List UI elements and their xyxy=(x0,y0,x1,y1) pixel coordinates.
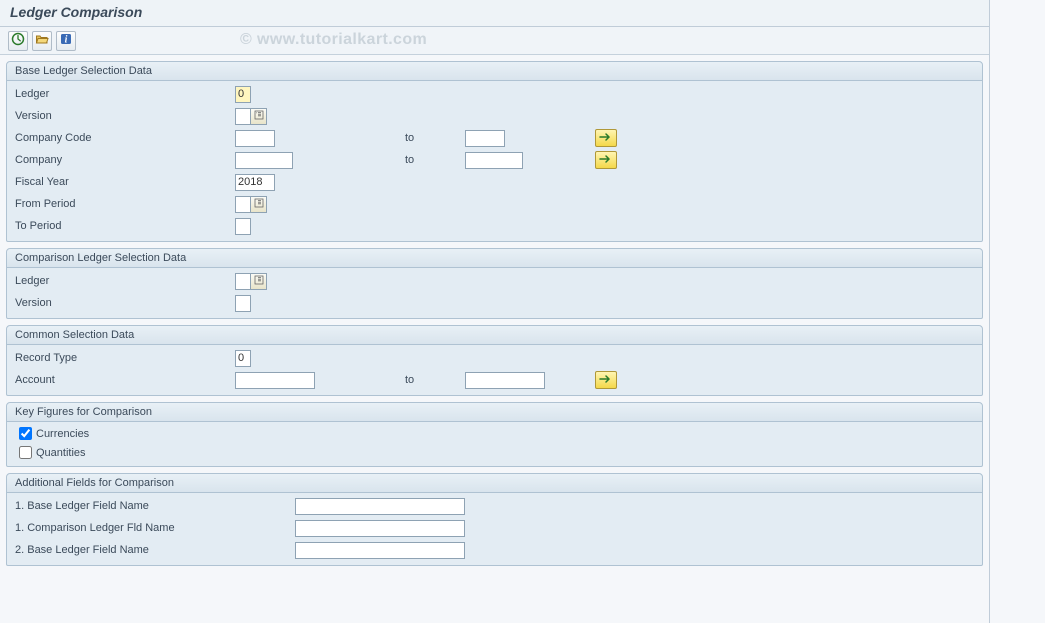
search-help-icon xyxy=(254,198,264,211)
clock-icon xyxy=(11,32,25,49)
group-common: Common Selection Data Record Type Accoun… xyxy=(6,325,983,396)
title-bar: Ledger Comparison xyxy=(0,0,989,27)
comp-version-input[interactable] xyxy=(235,295,251,312)
comp-ledger-search-help[interactable] xyxy=(251,273,267,290)
quantities-label: Quantities xyxy=(36,447,86,459)
company-from-input[interactable] xyxy=(235,152,293,169)
search-help-icon xyxy=(254,110,264,123)
toolbar: i © www.tutorialkart.com xyxy=(0,27,989,55)
company-multi-button[interactable] xyxy=(595,151,617,169)
version-label: Version xyxy=(15,110,235,122)
base-ledger-field-2-label: 2. Base Ledger Field Name xyxy=(15,544,295,556)
arrow-right-icon xyxy=(599,374,613,387)
from-period-search-help[interactable] xyxy=(251,196,267,213)
company-code-to-input[interactable] xyxy=(465,130,505,147)
record-type-label: Record Type xyxy=(15,352,235,364)
quantities-checkbox[interactable] xyxy=(19,446,32,459)
account-to-input[interactable] xyxy=(465,372,545,389)
base-ledger-field-1-input[interactable] xyxy=(295,498,465,515)
fiscal-year-input[interactable] xyxy=(235,174,275,191)
to-label: to xyxy=(405,132,465,144)
from-period-label: From Period xyxy=(15,198,235,210)
version-search-help[interactable] xyxy=(251,108,267,125)
company-code-multi-button[interactable] xyxy=(595,129,617,147)
company-to-input[interactable] xyxy=(465,152,523,169)
search-help-icon xyxy=(254,275,264,288)
currencies-label: Currencies xyxy=(36,428,89,440)
page-title: Ledger Comparison xyxy=(10,4,979,20)
group-key-figures: Key Figures for Comparison Currencies Qu… xyxy=(6,402,983,467)
company-code-label: Company Code xyxy=(15,132,235,144)
comp-ledger-input[interactable] xyxy=(235,273,251,290)
variants-button[interactable] xyxy=(32,31,52,51)
company-code-from-input[interactable] xyxy=(235,130,275,147)
svg-text:i: i xyxy=(65,35,68,46)
base-ledger-field-1-label: 1. Base Ledger Field Name xyxy=(15,500,295,512)
to-label: to xyxy=(405,154,465,166)
comparison-ledger-field-1-input[interactable] xyxy=(295,520,465,537)
group-base-ledger: Base Ledger Selection Data Ledger Versio… xyxy=(6,61,983,242)
to-period-label: To Period xyxy=(15,220,235,232)
folder-open-icon xyxy=(35,32,49,49)
account-multi-button[interactable] xyxy=(595,371,617,389)
record-type-input[interactable] xyxy=(235,350,251,367)
arrow-right-icon xyxy=(599,154,613,167)
fiscal-year-label: Fiscal Year xyxy=(15,176,235,188)
execute-button[interactable] xyxy=(8,31,28,51)
group-additional: Additional Fields for Comparison 1. Base… xyxy=(6,473,983,566)
group-header-base-ledger: Base Ledger Selection Data xyxy=(7,62,982,81)
info-icon: i xyxy=(59,32,73,49)
info-button[interactable]: i xyxy=(56,31,76,51)
account-label: Account xyxy=(15,374,235,386)
from-period-input[interactable] xyxy=(235,196,251,213)
to-period-input[interactable] xyxy=(235,218,251,235)
group-header-key-figures: Key Figures for Comparison xyxy=(7,403,982,422)
group-header-comparison-ledger: Comparison Ledger Selection Data xyxy=(7,249,982,268)
currencies-checkbox[interactable] xyxy=(19,427,32,440)
group-comparison-ledger: Comparison Ledger Selection Data Ledger … xyxy=(6,248,983,319)
comparison-ledger-field-1-label: 1. Comparison Ledger Fld Name xyxy=(15,522,295,534)
watermark-text: © www.tutorialkart.com xyxy=(240,31,427,49)
company-label: Company xyxy=(15,154,235,166)
comp-version-label: Version xyxy=(15,297,235,309)
comp-ledger-label: Ledger xyxy=(15,275,235,287)
to-label: to xyxy=(405,374,465,386)
ledger-label: Ledger xyxy=(15,88,235,100)
ledger-input[interactable] xyxy=(235,86,251,103)
group-header-common: Common Selection Data xyxy=(7,326,982,345)
arrow-right-icon xyxy=(599,132,613,145)
account-from-input[interactable] xyxy=(235,372,315,389)
version-input[interactable] xyxy=(235,108,251,125)
base-ledger-field-2-input[interactable] xyxy=(295,542,465,559)
group-header-additional: Additional Fields for Comparison xyxy=(7,474,982,493)
